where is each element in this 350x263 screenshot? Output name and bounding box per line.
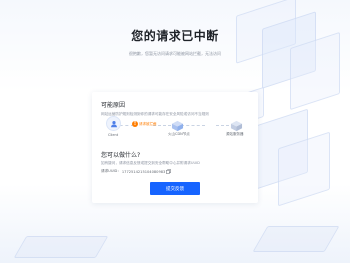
help-title: 您可以做什么? (101, 152, 141, 159)
info-card: 可能原因 网站运营防护规则检测到你的请求可能存在安全风险或访问不当规则 Clie… (92, 92, 258, 203)
submit-feedback-button[interactable]: 提交反馈 (150, 182, 200, 195)
server-icon (230, 120, 243, 132)
flow-line (181, 125, 205, 126)
user-icon (106, 116, 121, 131)
page-title: 您的请求已中断 (131, 29, 219, 43)
help-description: 如有疑问，请求信息反馈或提交到安全帮助中心并附请求UUID (101, 161, 200, 165)
blocked-indicator: ! 请求被拦截 (132, 121, 157, 127)
copy-icon[interactable] (166, 169, 172, 174)
client-label: Client (108, 133, 119, 137)
request-id-label: 请求UUID： (101, 169, 121, 173)
decor-tile (13, 236, 109, 258)
decor-tile (252, 226, 340, 252)
flow-node-client: Client (106, 116, 121, 137)
source-label: 源站服务器 (226, 132, 244, 136)
flow-node-cdn: 火山CDN节点 (168, 117, 190, 136)
request-id-value: 1772514215104080983 (121, 169, 166, 174)
request-id-row: 请求UUID： 1772514215104080983 (101, 169, 172, 174)
cdn-node-icon (171, 120, 184, 132)
page-subtitle: 很抱歉，您暂无访问请求可能被网站拦截，无法访问 (129, 51, 221, 56)
blocked-label: 请求被拦截 (139, 121, 157, 126)
cdn-label: 火山CDN节点 (168, 132, 190, 136)
error-icon: ! (132, 121, 138, 127)
flow-node-source: 源站服务器 (226, 117, 244, 136)
reason-title: 可能原因 (101, 102, 126, 109)
